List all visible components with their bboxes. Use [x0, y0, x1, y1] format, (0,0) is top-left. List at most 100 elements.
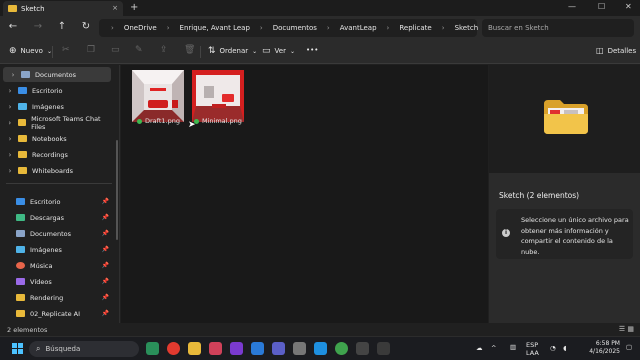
breadcrumb-onedrive[interactable]: OneDrive	[124, 24, 157, 32]
sidebar-item-recordings[interactable]: › Recordings	[0, 147, 113, 162]
store-icon[interactable]	[314, 342, 327, 355]
folder-icon	[18, 151, 27, 158]
title-bar: Sketch × + — ☐ ✕	[0, 0, 640, 16]
chevron-right-icon[interactable]: ›	[5, 87, 15, 95]
breadcrumb-replicate[interactable]: Replicate	[399, 24, 431, 32]
sidebar-item-whiteboards[interactable]: › Whiteboards	[0, 163, 113, 178]
up-button[interactable]: ↑	[55, 21, 69, 32]
widgets-icon[interactable]	[146, 342, 159, 355]
breadcrumb-documentos[interactable]: Documentos	[273, 24, 317, 32]
new-tab-button[interactable]: +	[130, 2, 138, 13]
navigation-bar: ← → ↑ ↻ › OneDrive › Enrique, Avant Leap…	[0, 16, 640, 40]
close-window-button[interactable]: ✕	[625, 2, 632, 11]
chevron-right-icon[interactable]: ›	[5, 167, 15, 175]
folder-icon	[18, 135, 27, 142]
chevron-right-icon[interactable]: ›	[8, 71, 18, 79]
volume-icon[interactable]: ◖	[563, 344, 566, 352]
file-item-minimal[interactable]: Minimal.png	[194, 117, 242, 125]
close-tab-icon[interactable]: ×	[112, 4, 118, 12]
file-thumbnail-minimal[interactable]	[192, 70, 244, 122]
taskbar-search[interactable]: ⌕ Búsqueda	[29, 341, 139, 357]
app-icon[interactable]	[356, 342, 369, 355]
back-button[interactable]: ←	[6, 21, 20, 32]
chevron-right-icon[interactable]: ›	[5, 103, 15, 111]
chevron-right-icon[interactable]: ›	[5, 151, 15, 159]
pictures-icon	[18, 103, 27, 110]
quick-access-videos[interactable]: Vídeos 📌	[0, 274, 113, 289]
settings-icon[interactable]	[293, 342, 306, 355]
network-icon[interactable]: ▥	[510, 343, 516, 351]
sidebar-item-imagenes[interactable]: › Imágenes	[0, 99, 113, 114]
paste-icon[interactable]: ▭	[111, 45, 120, 55]
app-icon[interactable]	[377, 342, 390, 355]
forward-button[interactable]: →	[31, 21, 45, 32]
file-item-draft1[interactable]: Draft1.png	[137, 117, 180, 125]
details-button[interactable]: ◫ Detalles	[596, 46, 636, 55]
address-bar[interactable]: › OneDrive › Enrique, Avant Leap › Docum…	[99, 19, 479, 37]
maximize-button[interactable]: ☐	[598, 2, 605, 11]
details-title: Sketch (2 elementos)	[499, 191, 580, 200]
sort-button[interactable]: ⇅ Ordenar ⌄	[208, 46, 257, 56]
copy-icon[interactable]: ❐	[87, 45, 95, 55]
rename-icon[interactable]: ✎	[135, 45, 143, 55]
browser-icon[interactable]	[335, 342, 348, 355]
visual-studio-icon[interactable]	[230, 342, 243, 355]
pin-icon: 📌	[101, 294, 109, 301]
folder-icon	[18, 167, 27, 174]
breadcrumb-avantleap[interactable]: AvantLeap	[340, 24, 377, 32]
quick-access-escritorio[interactable]: Escritorio 📌	[0, 194, 113, 209]
view-label: Ver	[274, 47, 286, 55]
details-label: Detalles	[607, 46, 637, 55]
quick-access-musica[interactable]: Música 📌	[0, 258, 113, 273]
quick-access-replicate-ai[interactable]: 02_Replicate AI 📌	[0, 306, 113, 321]
chevron-up-icon[interactable]: ^	[491, 344, 496, 352]
image-thumbnail	[132, 70, 184, 122]
quick-access-imagenes[interactable]: Imágenes 📌	[0, 242, 113, 257]
minimize-button[interactable]: —	[568, 2, 576, 11]
sidebar-item-label: Recordings	[32, 150, 68, 159]
delete-icon[interactable]: 🗑	[184, 45, 195, 55]
chevron-right-icon[interactable]: ›	[5, 135, 15, 143]
file-explorer-icon[interactable]	[188, 342, 201, 355]
view-button[interactable]: ▭ Ver ⌄	[262, 46, 295, 56]
notifications-icon[interactable]: ▢	[626, 343, 632, 351]
wifi-icon[interactable]: ◔	[550, 344, 556, 352]
office-icon[interactable]	[209, 342, 222, 355]
sidebar-scrollbar[interactable]	[116, 140, 118, 240]
language-indicator[interactable]: ESP LAA	[526, 341, 539, 357]
quick-access-documentos[interactable]: Documentos 📌	[0, 226, 113, 241]
details-info-card: i Seleccione un único archivo para obten…	[496, 209, 633, 259]
search-input[interactable]: Buscar en Sketch	[482, 19, 634, 37]
search-icon: ⌕	[36, 344, 41, 353]
sidebar-item-label: Imágenes	[32, 102, 64, 111]
breadcrumb-sketch[interactable]: Sketch	[455, 24, 479, 32]
share-icon[interactable]: ⇪	[160, 45, 168, 55]
new-button[interactable]: ⊕ Nuevo ⌄	[9, 46, 52, 56]
sidebar-item-notebooks[interactable]: › Notebooks	[0, 131, 113, 146]
chevron-right-icon[interactable]: ›	[5, 119, 15, 127]
sidebar-item-label: 02_Replicate AI	[30, 309, 81, 318]
sidebar-item-label: Documentos	[35, 70, 77, 79]
teams-icon[interactable]	[272, 342, 285, 355]
view-toggle-icons[interactable]: ☰ ▦	[619, 325, 634, 333]
sidebar-item-teams-chat-files[interactable]: › Microsoft Teams Chat Files	[0, 115, 113, 131]
clock[interactable]: 6:58 PM 4/16/2025	[580, 340, 620, 356]
tab-sketch[interactable]: Sketch ×	[3, 1, 123, 16]
cloud-icon[interactable]: ☁	[476, 344, 483, 352]
quick-access-descargas[interactable]: Descargas 📌	[0, 210, 113, 225]
chrome-icon[interactable]	[167, 342, 180, 355]
item-count: 2 elementos	[7, 326, 48, 334]
sidebar-item-documentos[interactable]: › Documentos	[3, 67, 111, 82]
file-thumbnail-draft1[interactable]	[132, 70, 184, 122]
quick-access-rendering[interactable]: Rendering 📌	[0, 290, 113, 305]
breadcrumb-user[interactable]: Enrique, Avant Leap	[180, 24, 250, 32]
more-options-button[interactable]: •••	[306, 46, 318, 54]
refresh-button[interactable]: ↻	[79, 21, 93, 32]
details-pane: Sketch (2 elementos) i Seleccione un úni…	[489, 65, 640, 323]
cut-icon[interactable]: ✂	[62, 45, 70, 55]
sidebar-item-escritorio[interactable]: › Escritorio	[0, 83, 113, 98]
vscode-icon[interactable]	[251, 342, 264, 355]
sidebar-item-label: Documentos	[30, 229, 72, 238]
region-code: LAA	[526, 349, 539, 357]
start-button[interactable]	[12, 343, 23, 354]
